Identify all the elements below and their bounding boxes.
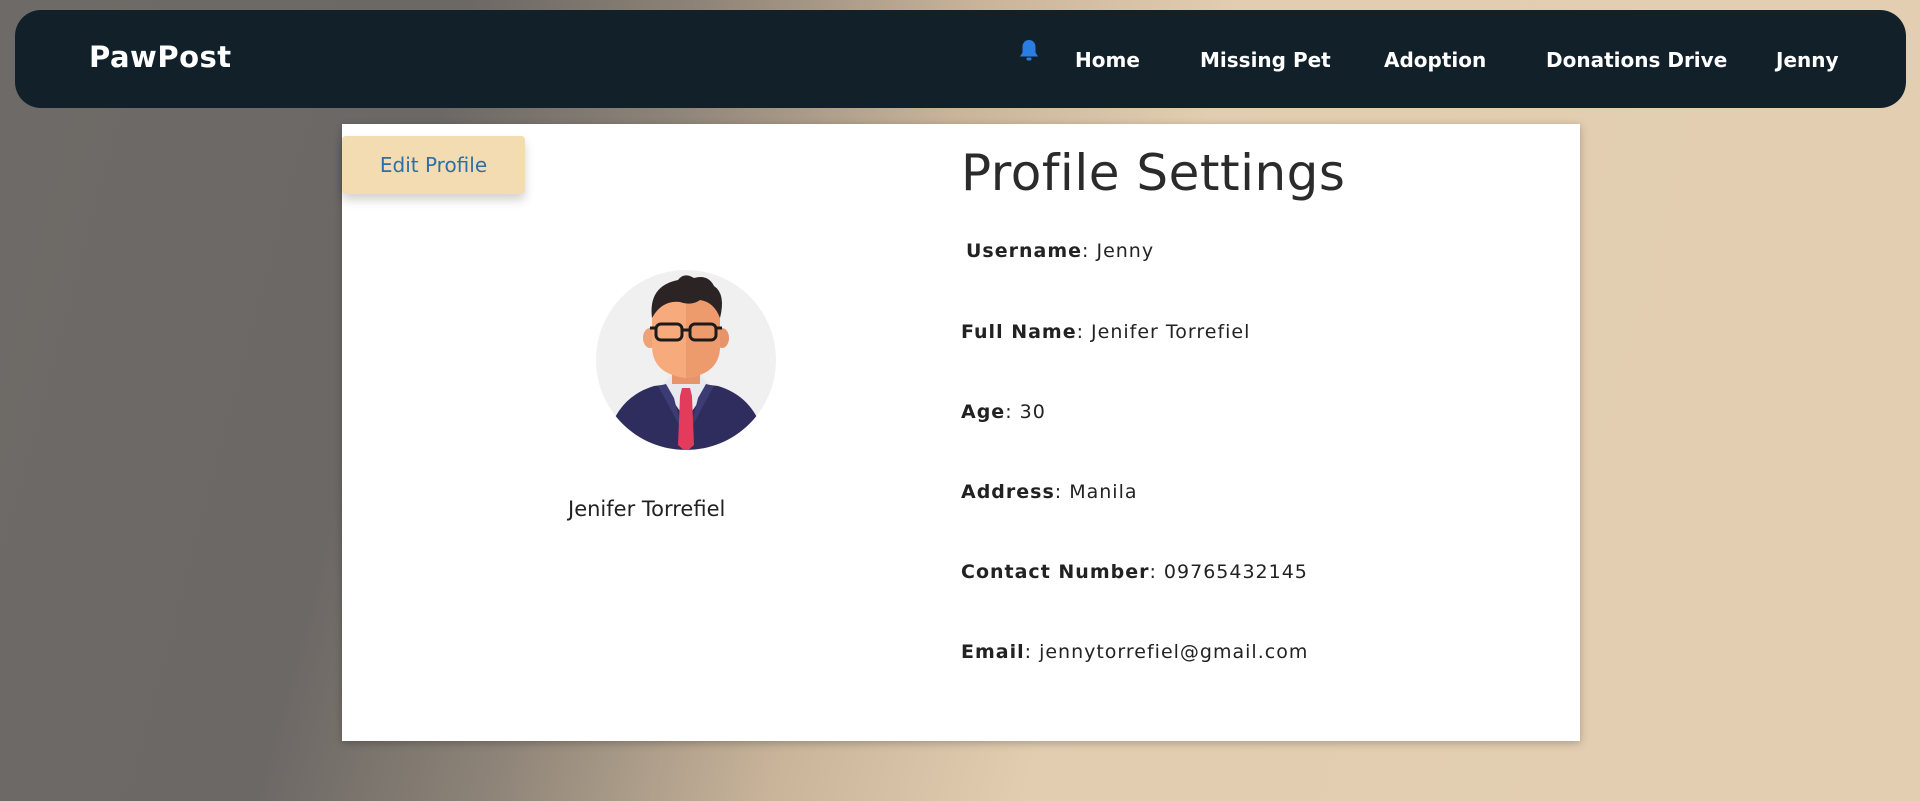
nav-adoption-link[interactable]: Adoption: [1384, 48, 1486, 72]
address-value: : Manila: [1054, 481, 1138, 503]
username-field: Username: Jenny: [966, 240, 1154, 262]
email-value: : jennytorrefiel@gmail.com: [1024, 641, 1309, 663]
user-avatar-icon: [596, 270, 776, 450]
address-label: Address: [961, 481, 1055, 503]
brand-logo[interactable]: PawPost: [89, 40, 232, 74]
nav-missing-pet-link[interactable]: Missing Pet: [1200, 48, 1331, 72]
nav-donations-drive-link[interactable]: Donations Drive: [1546, 48, 1727, 72]
full-name-value: : Jenifer Torrefiel: [1076, 321, 1251, 343]
page-title: Profile Settings: [961, 144, 1346, 202]
profile-display-name: Jenifer Torrefiel: [568, 497, 726, 521]
nav-home-link[interactable]: Home: [1075, 48, 1140, 72]
bell-icon[interactable]: [1017, 38, 1041, 64]
email-field: Email: jennytorrefiel@gmail.com: [961, 641, 1308, 663]
age-field: Age: 30: [961, 401, 1046, 423]
age-label: Age: [961, 401, 1006, 423]
profile-card: Edit Profile Jenifer Torrefiel Profile S…: [342, 124, 1580, 741]
email-label: Email: [961, 641, 1025, 663]
edit-profile-button[interactable]: Edit Profile: [342, 136, 525, 194]
address-field: Address: Manila: [961, 481, 1138, 503]
contact-number-value: : 09765432145: [1149, 561, 1308, 583]
username-label: Username: [966, 240, 1083, 262]
age-value: : 30: [1005, 401, 1046, 423]
username-value: : Jenny: [1082, 240, 1155, 262]
contact-number-field: Contact Number: 09765432145: [961, 561, 1308, 583]
full-name-label: Full Name: [961, 321, 1077, 343]
contact-number-label: Contact Number: [961, 561, 1150, 583]
nav-user-menu-link[interactable]: Jenny: [1776, 48, 1839, 72]
top-navbar: PawPost Home Missing Pet Adoption Donati…: [15, 10, 1906, 108]
full-name-field: Full Name: Jenifer Torrefiel: [961, 321, 1250, 343]
